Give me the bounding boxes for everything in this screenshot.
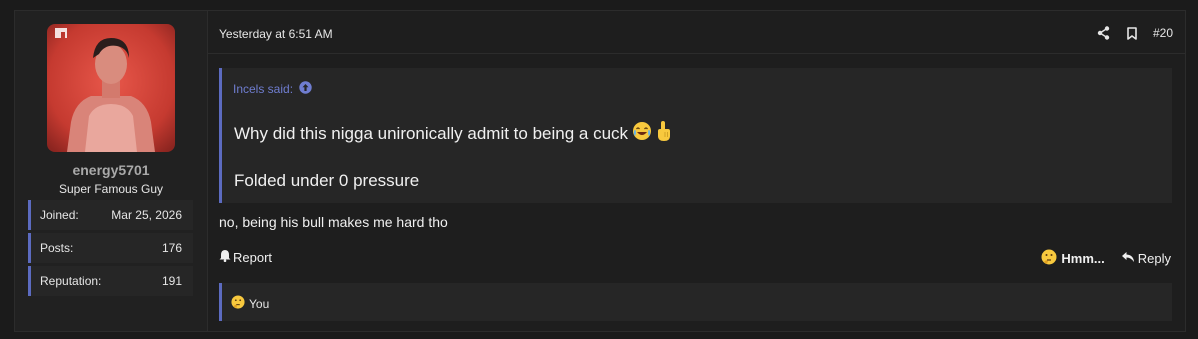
reaction-label: Hmm... xyxy=(1061,251,1105,266)
quote-author[interactable]: Incels said: xyxy=(233,82,293,96)
post-body: no, being his bull makes me hard tho xyxy=(219,214,448,230)
reactions-summary[interactable]: You xyxy=(231,295,269,312)
post-number[interactable]: #20 xyxy=(1153,26,1173,40)
reply-button[interactable]: Reply xyxy=(1121,251,1171,266)
quote-text: Why did this nigga unironically admit to… xyxy=(234,123,629,143)
reactions-bar[interactable]: You xyxy=(219,283,1172,321)
pointing-up-emoji-icon xyxy=(656,120,672,147)
header-actions: #20 xyxy=(1083,24,1173,42)
stat-value: Mar 25, 2026 xyxy=(111,208,182,222)
reply-label: Reply xyxy=(1137,251,1171,266)
report-button[interactable]: Report xyxy=(219,249,272,265)
thinking-emoji-icon xyxy=(1041,249,1057,268)
bookmark-icon[interactable] xyxy=(1125,25,1139,41)
quote-block: Incels said: Why did this nigga unironic… xyxy=(219,68,1172,203)
arrow-up-circle-icon[interactable] xyxy=(299,81,312,97)
user-stats: Joined: Mar 25, 2026 Posts: 176 Reputati… xyxy=(28,200,193,299)
message-header: Yesterday at 6:51 AM #20 xyxy=(208,11,1185,54)
user-title: Super Famous Guy xyxy=(58,182,164,196)
stat-label: Joined: xyxy=(40,208,79,222)
user-cell: energy5701 Super Famous Guy Joined: Mar … xyxy=(15,11,208,331)
stat-value: 176 xyxy=(161,241,182,255)
share-icon[interactable] xyxy=(1097,25,1111,41)
stat-reputation: Reputation: 191 xyxy=(28,266,193,296)
quote-line-2: Folded under 0 pressure xyxy=(234,171,420,190)
quote-line-1: Why did this nigga unironically admit to… xyxy=(234,120,672,147)
post-time[interactable]: Yesterday at 6:51 AM xyxy=(219,27,333,41)
post-actions: Report Hmm... Reply xyxy=(219,249,1171,267)
reply-arrow-icon xyxy=(1121,251,1135,266)
stat-joined: Joined: Mar 25, 2026 xyxy=(28,200,193,230)
message-cell: Yesterday at 6:51 AM #20 Incels said: Wh… xyxy=(208,11,1185,331)
right-actions: Hmm... Reply xyxy=(1041,249,1171,268)
stat-label: Posts: xyxy=(40,241,74,255)
stat-label: Reputation: xyxy=(40,274,102,288)
quote-attribution[interactable]: Incels said: xyxy=(233,81,312,97)
crying-laughing-emoji-icon xyxy=(632,121,652,146)
stat-posts: Posts: 176 xyxy=(28,233,193,263)
bell-icon xyxy=(219,249,231,265)
reaction-button[interactable]: Hmm... xyxy=(1041,249,1105,268)
report-label: Report xyxy=(233,249,273,265)
stat-value: 191 xyxy=(161,274,182,288)
reactions-users[interactable]: You xyxy=(249,297,269,311)
username[interactable]: energy5701 xyxy=(15,162,207,178)
thinking-emoji-icon xyxy=(231,295,245,312)
avatar[interactable] xyxy=(47,24,175,152)
post: energy5701 Super Famous Guy Joined: Mar … xyxy=(14,10,1186,332)
